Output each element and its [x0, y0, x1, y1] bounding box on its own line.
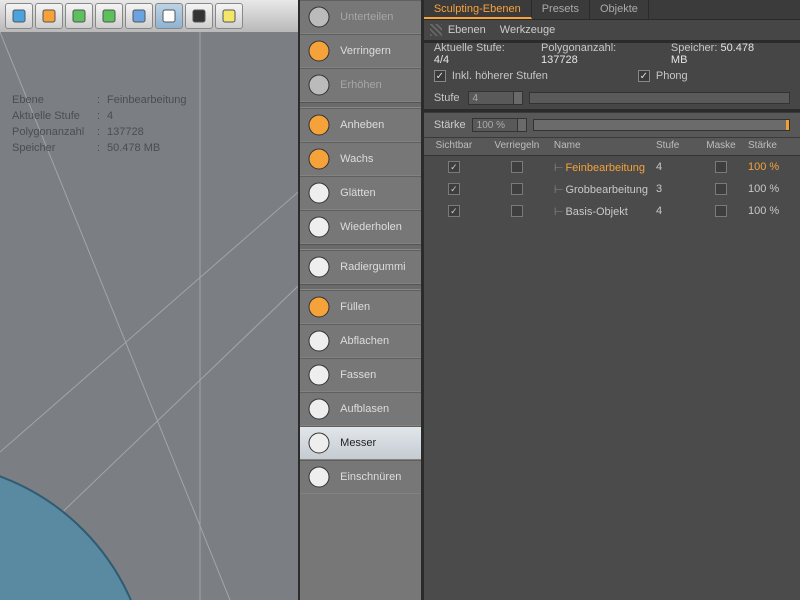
tool-unterteilen: Unterteilen	[300, 0, 421, 34]
greencube-icon[interactable]	[65, 3, 93, 29]
cube-icon[interactable]	[5, 3, 33, 29]
tool-einschnüren[interactable]: Einschnüren	[300, 460, 421, 494]
tool-messer[interactable]: Messer	[300, 426, 421, 460]
sculpting-panel: Sculpting-EbenenPresetsObjekte Ebenen Wer…	[424, 0, 800, 600]
stufe-slider[interactable]	[529, 92, 790, 104]
tool-anheben-icon	[306, 112, 332, 138]
tool-glätten[interactable]: Glätten	[300, 176, 421, 210]
layers-table: Sichtbar Verriegeln Name Stufe Maske Stä…	[424, 138, 800, 600]
phong-checkbox[interactable]: ✓Phong	[638, 70, 688, 82]
lock-checkbox[interactable]	[511, 161, 523, 173]
light-icon[interactable]	[215, 3, 243, 29]
tool-palette: UnterteilenVerringernErhöhen AnhebenWachs…	[300, 0, 421, 600]
tool-unterteilen-icon	[306, 4, 332, 30]
lock-checkbox[interactable]	[511, 183, 523, 195]
staerke-label: Stärke	[434, 119, 466, 131]
grid-icon[interactable]	[155, 3, 183, 29]
panel-tabs: Sculpting-EbenenPresetsObjekte	[424, 0, 800, 20]
tool-erhöhen-icon	[306, 72, 332, 98]
tool-wachs[interactable]: Wachs	[300, 142, 421, 176]
tool-abflachen[interactable]: Abflachen	[300, 324, 421, 358]
tool-füllen-icon	[306, 294, 332, 320]
stufe-label: Stufe	[434, 92, 460, 104]
mask-checkbox[interactable]	[715, 161, 727, 173]
blueshape-icon[interactable]	[125, 3, 153, 29]
viewport-hud: Ebene:FeinbearbeitungAktuelle Stufe:4Pol…	[12, 92, 187, 156]
tool-messer-icon	[306, 430, 332, 456]
staerke-slider[interactable]	[533, 119, 790, 131]
tab-sculpting-ebenen[interactable]: Sculpting-Ebenen	[424, 0, 532, 19]
tool-radiergummi-icon	[306, 254, 332, 280]
layer-row[interactable]: ✓⊢Feinbearbeitung4100 %	[424, 156, 800, 178]
top-toolbar	[0, 0, 298, 32]
tool-wiederholen[interactable]: Wiederholen	[300, 210, 421, 244]
tool-wachs-icon	[306, 146, 332, 172]
tool-verringern-icon	[306, 38, 332, 64]
tab-objekte[interactable]: Objekte	[590, 0, 649, 19]
mask-checkbox[interactable]	[715, 183, 727, 195]
tool-einschnüren-icon	[306, 464, 332, 490]
subtab-ebenen[interactable]: Ebenen	[448, 24, 486, 36]
visible-checkbox[interactable]: ✓	[448, 183, 460, 195]
visible-checkbox[interactable]: ✓	[448, 205, 460, 217]
tool-glätten-icon	[306, 180, 332, 206]
tool-füllen[interactable]: Füllen	[300, 290, 421, 324]
subtab-werkzeuge[interactable]: Werkzeuge	[500, 24, 555, 36]
staerke-spinner[interactable]	[517, 118, 527, 132]
stufe-spinner[interactable]	[513, 91, 523, 105]
tool-verringern[interactable]: Verringern	[300, 34, 421, 68]
tool-abflachen-icon	[306, 328, 332, 354]
tool-erhöhen: Erhöhen	[300, 68, 421, 102]
layer-row[interactable]: ✓⊢Grobbearbeitung3100 %	[424, 178, 800, 200]
tool-aufblasen-icon	[306, 396, 332, 422]
status-line: Aktuelle Stufe: 4/4 Polygonanzahl: 13772…	[424, 43, 800, 65]
staerke-field[interactable]: 100 %	[472, 118, 518, 132]
tool-anheben[interactable]: Anheben	[300, 108, 421, 142]
panel-grip-icon[interactable]	[430, 24, 442, 36]
eyes-icon[interactable]	[185, 3, 213, 29]
panel-subtabs: Ebenen Werkzeuge	[424, 20, 800, 40]
tool-fassen-icon	[306, 362, 332, 388]
tab-presets[interactable]: Presets	[532, 0, 590, 19]
layer-row[interactable]: ✓⊢Basis-Objekt4100 %	[424, 200, 800, 222]
tool-wiederholen-icon	[306, 214, 332, 240]
visible-checkbox[interactable]: ✓	[448, 161, 460, 173]
tool-fassen[interactable]: Fassen	[300, 358, 421, 392]
stufe-field[interactable]: 4	[468, 91, 514, 105]
gear-icon[interactable]	[95, 3, 123, 29]
tool-aufblasen[interactable]: Aufblasen	[300, 392, 421, 426]
curve-icon[interactable]	[35, 3, 63, 29]
lock-checkbox[interactable]	[511, 205, 523, 217]
inkl-checkbox[interactable]: ✓Inkl. höherer Stufen	[434, 70, 548, 82]
viewport[interactable]: Ebene:FeinbearbeitungAktuelle Stufe:4Pol…	[0, 32, 298, 600]
tool-radiergummi[interactable]: Radiergummi	[300, 250, 421, 284]
mask-checkbox[interactable]	[715, 205, 727, 217]
